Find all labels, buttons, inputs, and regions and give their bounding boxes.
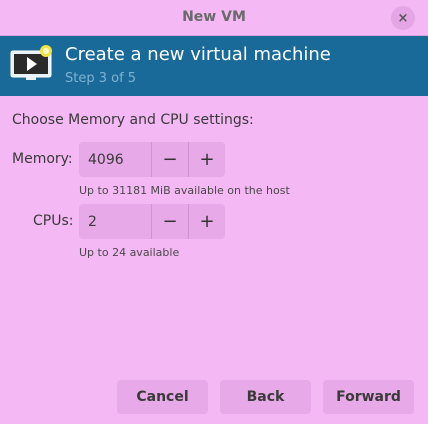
settings-heading: Choose Memory and CPU settings: [12, 112, 254, 128]
cpus-input[interactable] [79, 204, 151, 239]
cpus-decrement-button[interactable]: − [151, 204, 188, 239]
cpus-increment-button[interactable]: + [188, 204, 225, 239]
forward-button[interactable]: Forward [323, 380, 414, 414]
wizard-header: Create a new virtual machine Step 3 of 5 [0, 36, 428, 96]
cpus-spinbox: − + [79, 204, 225, 239]
close-button[interactable]: × [391, 6, 415, 30]
cpus-label: CPUs: [33, 213, 74, 229]
back-button[interactable]: Back [220, 380, 311, 414]
wizard-title: Create a new virtual machine [65, 44, 331, 65]
memory-spinbox: − + [79, 142, 225, 177]
memory-input[interactable] [79, 142, 151, 177]
close-icon: × [397, 10, 409, 26]
memory-decrement-button[interactable]: − [151, 142, 188, 177]
wizard-step: Step 3 of 5 [65, 71, 137, 86]
window-title: New VM [182, 9, 246, 25]
title-bar: New VM × [0, 0, 428, 36]
memory-increment-button[interactable]: + [188, 142, 225, 177]
cancel-button[interactable]: Cancel [117, 380, 208, 414]
memory-label: Memory: [12, 151, 73, 167]
monitor-play-icon [10, 45, 52, 80]
memory-hint: Up to 31181 MiB available on the host [79, 184, 290, 197]
cpus-hint: Up to 24 available [79, 246, 180, 259]
